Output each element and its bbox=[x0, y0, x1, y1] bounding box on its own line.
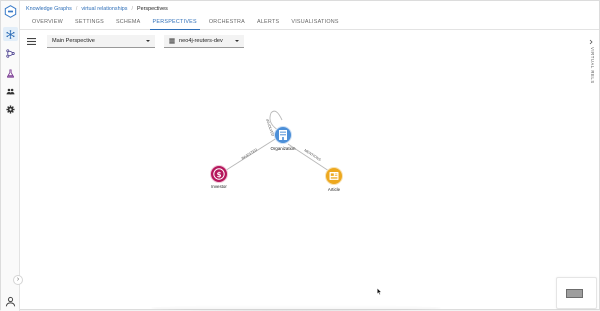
hamburger-menu-icon[interactable] bbox=[27, 38, 36, 45]
gear-icon bbox=[6, 104, 15, 114]
tab-overview[interactable]: OVERVIEW bbox=[26, 14, 69, 29]
sidebar-item-graphs[interactable] bbox=[3, 27, 18, 41]
graph-minimap[interactable] bbox=[556, 277, 597, 309]
tab-alerts[interactable]: ALERTS bbox=[251, 14, 285, 29]
tab-orchestra[interactable]: ORCHESTRA bbox=[203, 14, 251, 29]
node-label-article: Article bbox=[328, 187, 341, 192]
sidebar-item-settings[interactable] bbox=[3, 102, 18, 116]
perspective-select-value: Main Perspective bbox=[52, 38, 95, 44]
chevron-right-icon: › bbox=[16, 276, 20, 283]
svg-text:$: $ bbox=[217, 171, 222, 179]
mouse-cursor-icon bbox=[377, 288, 382, 295]
minimap-viewport[interactable] bbox=[566, 289, 583, 298]
breadcrumb: Knowledge Graphs / virtual relationships… bbox=[26, 4, 168, 14]
tab-bar: OVERVIEW SETTINGS SCHEMA PERSPECTIVES OR… bbox=[20, 14, 599, 30]
edge-label-involved: INVOLVED bbox=[265, 119, 275, 138]
node-investor[interactable]: $ Investor bbox=[210, 165, 228, 190]
database-select[interactable]: neo4j-reuters-dev bbox=[164, 35, 244, 48]
breadcrumb-link-knowledge-graphs[interactable]: Knowledge Graphs bbox=[26, 6, 72, 12]
virtual-rels-label: VIRTUAL RELS bbox=[590, 47, 595, 84]
chevron-right-icon bbox=[589, 39, 593, 45]
breadcrumb-link-graph[interactable]: virtual relationships bbox=[81, 6, 127, 12]
breadcrumb-current: Perspectives bbox=[137, 6, 168, 12]
app-logo-icon[interactable] bbox=[4, 5, 17, 18]
sidebar-item-users[interactable] bbox=[3, 84, 18, 98]
chevron-down-icon bbox=[146, 40, 150, 42]
people-icon bbox=[6, 88, 15, 94]
database-icon bbox=[169, 38, 175, 44]
building-icon bbox=[279, 130, 287, 140]
node-organization[interactable]: Organization bbox=[271, 126, 296, 152]
breadcrumb-separator: / bbox=[131, 6, 134, 12]
sidebar-item-flows[interactable] bbox=[3, 46, 18, 60]
graph-canvas[interactable]: INVESTED MENTIONS INVOLVED Organization … bbox=[20, 49, 589, 311]
left-sidebar: › bbox=[1, 1, 23, 311]
breadcrumb-separator: / bbox=[75, 6, 78, 12]
perspective-select[interactable]: Main Perspective bbox=[47, 35, 155, 48]
app-window: › Knowledge Graphs / virtual relationshi… bbox=[0, 0, 600, 311]
tab-visualisations[interactable]: VISUALISATIONS bbox=[285, 14, 344, 29]
user-icon[interactable] bbox=[5, 296, 16, 307]
canvas-shadow bbox=[151, 305, 441, 311]
hub-network-icon bbox=[6, 29, 15, 39]
node-article[interactable]: Article bbox=[325, 167, 343, 193]
node-label-organization: Organization bbox=[271, 146, 296, 151]
database-select-value: neo4j-reuters-dev bbox=[179, 38, 223, 44]
flask-icon bbox=[6, 68, 15, 78]
node-label-investor: Investor bbox=[211, 184, 227, 189]
newspaper-icon bbox=[329, 172, 339, 180]
sidebar-item-lab[interactable] bbox=[3, 66, 18, 80]
chevron-down-icon bbox=[235, 40, 239, 42]
edge-label-invested: INVESTED bbox=[241, 147, 259, 160]
flow-branch-icon bbox=[6, 48, 15, 58]
tab-perspectives[interactable]: PERSPECTIVES bbox=[147, 14, 203, 30]
tab-settings[interactable]: SETTINGS bbox=[69, 14, 110, 29]
tab-schema[interactable]: SCHEMA bbox=[110, 14, 147, 29]
